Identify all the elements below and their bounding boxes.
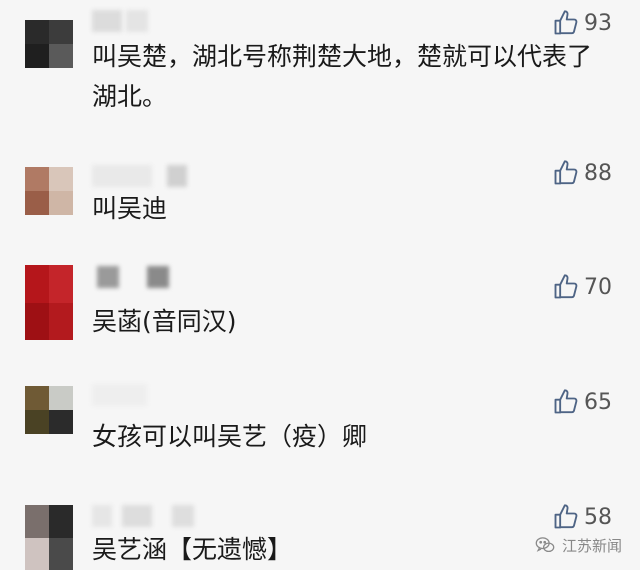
thumbs-up-icon [554, 504, 578, 529]
comment-item: 吴艺涵【无遗憾】 58 [0, 490, 640, 570]
like-button[interactable]: 93 [552, 8, 612, 38]
comment-item: 叫吴楚，湖北号称荆楚大地，楚就可以代表了湖北。 93 [0, 0, 640, 111]
like-button[interactable]: 58 [552, 502, 612, 532]
like-count: 70 [584, 274, 612, 300]
like-count: 93 [584, 10, 612, 36]
avatar[interactable] [25, 167, 73, 215]
comment-text: 叫吴迪 [92, 194, 168, 223]
thumbs-up-icon [554, 10, 578, 35]
like-button[interactable]: 70 [552, 272, 612, 302]
comment-text: 叫吴楚，湖北号称荆楚大地，楚就可以代表了湖北。 [92, 42, 593, 111]
like-count: 58 [584, 504, 612, 530]
like-button[interactable]: 88 [552, 158, 612, 188]
username-blurred[interactable] [92, 505, 202, 527]
username-blurred[interactable] [92, 266, 202, 288]
comment-text: 吴艺涵【无遗憾】 [92, 535, 293, 564]
like-count: 88 [584, 160, 612, 186]
watermark: 江苏新闻 [534, 534, 622, 556]
comment-item: 叫吴迪 88 [0, 155, 640, 265]
thumbs-up-icon [554, 389, 578, 414]
username-blurred[interactable] [92, 384, 202, 406]
comment-item: 女孩可以叫吴艺（疫）卿 65 [0, 372, 640, 482]
like-count: 65 [584, 389, 612, 415]
avatar[interactable] [25, 265, 73, 340]
comment-text: 吴菡(音同汉) [92, 307, 237, 336]
wechat-icon [535, 537, 555, 553]
avatar[interactable] [25, 505, 73, 570]
thumbs-up-icon [554, 274, 578, 299]
comment-item: 吴菡(音同汉) 70 [0, 260, 640, 370]
thumbs-up-icon [554, 160, 578, 185]
avatar[interactable] [25, 386, 73, 434]
username-blurred[interactable] [92, 10, 202, 32]
username-blurred[interactable] [92, 165, 202, 187]
avatar[interactable] [25, 20, 73, 68]
watermark-text: 江苏新闻 [561, 536, 622, 555]
like-button[interactable]: 65 [552, 387, 612, 417]
comment-text: 女孩可以叫吴艺（疫）卿 [92, 422, 368, 451]
